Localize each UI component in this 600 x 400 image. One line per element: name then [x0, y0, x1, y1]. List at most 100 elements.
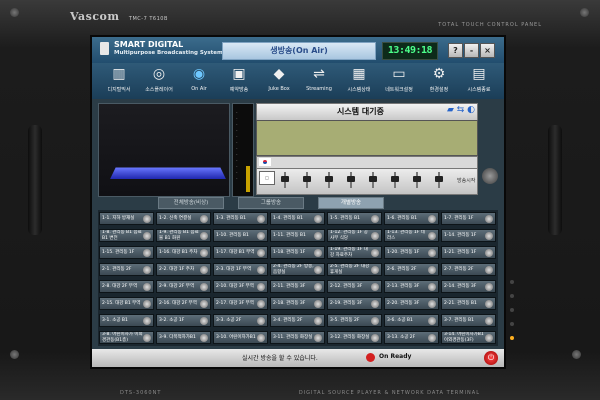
zone-button[interactable]: 1-1. 지하 방재실	[99, 212, 154, 225]
zone-button[interactable]: 2-3. 대강 1F 무역	[213, 263, 268, 276]
zone-button[interactable]: 2-9. 대강 2F 무역	[156, 280, 211, 293]
toolbar-mixer-button[interactable]: ▥ 디지털믹서	[100, 65, 138, 97]
zone-button[interactable]: 1-18. 관리동 1F	[270, 246, 325, 259]
zone-button[interactable]: 1-2. 신축 연결실	[156, 212, 211, 225]
zone-button[interactable]: 2-6. 관리동 2F	[384, 263, 439, 276]
toolbar-exit-button[interactable]: ▤ 시스템종료	[460, 65, 498, 97]
zone-button[interactable]: 2-15. 대강 B1 무역	[99, 297, 154, 310]
zone-button[interactable]: 2-19. 관리동 3F	[327, 297, 382, 310]
zone-button[interactable]: 2-2. 대강 1F 주차	[156, 263, 211, 276]
zone-select-icon	[485, 317, 493, 325]
zone-button[interactable]: 2-16. 대강 2F 무역	[156, 297, 211, 310]
zone-button[interactable]: 2-13. 관리동 3F	[384, 280, 439, 293]
zone-button[interactable]: 2-17. 대강 3F 무역	[213, 297, 268, 310]
zone-button[interactable]: 2-10. 대강 3F 무역	[213, 280, 268, 293]
zone-button[interactable]: 2-11. 관리동 3F	[270, 280, 325, 293]
toolbar-streaming-button[interactable]: ⇌ Streaming	[300, 65, 338, 97]
zone-button[interactable]: 1-6. 관리동 B1	[384, 212, 439, 225]
fader-knob[interactable]	[369, 172, 377, 188]
zone-button[interactable]: 3-3. 소공 2F	[213, 314, 268, 327]
zone-button[interactable]: 1-9. 관리동 B1 음료물 B1 화원	[156, 229, 211, 242]
zone-label: 3-13. 소공 2F	[387, 335, 416, 340]
zone-button[interactable]: 3-12. 관리동 화장실	[327, 331, 382, 344]
left-handle	[28, 125, 42, 235]
status-lcd-display	[256, 120, 478, 156]
toolbar-on-air-button[interactable]: ◉ On Air	[180, 65, 218, 97]
help-button[interactable]: ?	[448, 43, 463, 58]
zone-button[interactable]: 3-2. 소공 1F	[156, 314, 211, 327]
zone-select-icon	[200, 215, 208, 223]
zone-button[interactable]: 1-8. 관리동 B1 음료 B1 변전	[99, 229, 154, 242]
zone-button[interactable]: 2-12. 관리동 3F	[327, 280, 382, 293]
zone-button[interactable]: 3-5. 관리동 2F	[327, 314, 382, 327]
zone-button[interactable]: 3-8. 어린이자가 이외경관동(B1층)	[99, 331, 154, 344]
tab-group[interactable]: 그룹방송	[238, 197, 304, 209]
monitor-icon: ▦	[352, 66, 366, 82]
zone-button[interactable]: 2-21. 관리동 B1	[441, 297, 496, 310]
zone-button[interactable]: 1-19. 관리동 1F 대강 자료주차	[327, 246, 382, 259]
zone-button[interactable]: 2-4. 관리동 2F 방송, 음향실	[270, 263, 325, 276]
fader-knob[interactable]	[281, 172, 289, 188]
zone-button[interactable]: 1-15. 관리동 1F	[99, 246, 154, 259]
zone-button[interactable]: 1-10. 관리동 B1	[213, 229, 268, 242]
zone-button[interactable]: 3-9. 다목적자가B1	[156, 331, 211, 344]
led	[510, 322, 514, 326]
zone-button[interactable]: 1-12. 관리동 1F 공사무 식당	[327, 229, 382, 242]
zone-button[interactable]: 1-5. 관리동 B1	[327, 212, 382, 225]
zone-label: 3-9. 다목적자가B1	[159, 335, 196, 340]
screw	[580, 8, 589, 17]
fader-knob[interactable]	[325, 172, 333, 188]
zone-select-icon	[485, 300, 493, 308]
fader-knob[interactable]	[413, 172, 421, 188]
minimize-button[interactable]: -	[464, 43, 479, 58]
fader-knob[interactable]	[347, 172, 355, 188]
korea-flag-icon	[259, 158, 271, 166]
zone-button[interactable]: 1-7. 관리동 1F	[441, 212, 496, 225]
zone-button[interactable]: 1-11. 관리동 B1	[270, 229, 325, 242]
zone-button[interactable]: 2-5. 관리동 2F 대강 휴게실	[327, 263, 382, 276]
zone-button[interactable]: 1-3. 관리동 B1	[213, 212, 268, 225]
zone-select-icon	[485, 334, 493, 342]
fader-knob[interactable]	[435, 172, 443, 188]
zone-button[interactable]: 3-6. 소공 B1	[384, 314, 439, 327]
tab-emergency[interactable]: 전체방송(비상)	[158, 197, 224, 209]
toolbar-source-player-button[interactable]: ◎ 소스플레이어	[140, 65, 178, 97]
toolbar-network-button[interactable]: ▭ 네트워크설정	[380, 65, 418, 97]
zone-button[interactable]: 3-11. 관리동 화장실	[270, 331, 325, 344]
zone-button[interactable]: 2-1. 관리동 2F	[99, 263, 154, 276]
zone-button[interactable]: 1-4. 관리동 B1	[270, 212, 325, 225]
zone-select-icon	[200, 266, 208, 274]
fader-knob[interactable]	[391, 172, 399, 188]
zone-label: 3-6. 소공 B1	[387, 318, 413, 323]
zone-button[interactable]: 3-4. 관리동 2F	[270, 314, 325, 327]
zone-button[interactable]: 2-7. 관리동 2F	[441, 263, 496, 276]
fader-knob[interactable]	[303, 172, 311, 188]
zone-button[interactable]: 1-21. 관리동 1F	[441, 246, 496, 259]
zone-button[interactable]: 3-13. 소공 2F	[384, 331, 439, 344]
zone-button[interactable]: 2-20. 관리동 3F	[384, 297, 439, 310]
zone-button[interactable]: 2-14. 관리동 3F	[441, 280, 496, 293]
zone-button[interactable]: 1-16. 대강 B1 주차	[156, 246, 211, 259]
zone-button[interactable]: 1-17. 대강 B1 무역	[213, 246, 268, 259]
zone-button[interactable]: 2-8. 대강 2F 무역	[99, 280, 154, 293]
zone-button[interactable]: 2-18. 관리동 3F	[270, 297, 325, 310]
zone-button[interactable]: 1-14. 관리동 1F	[441, 229, 496, 242]
toolbar-settings-button[interactable]: ⚙ 환경설정	[420, 65, 458, 97]
toolbar-system-status-button[interactable]: ▦ 시스템상태	[340, 65, 378, 97]
broadcast-start-button[interactable]	[482, 168, 498, 184]
zone-label: 1-5. 관리동 B1	[330, 216, 361, 221]
zone-button[interactable]: 1-13. 관리동 1F 테라스	[384, 229, 439, 242]
zone-button[interactable]: 1-20. 관리동 1F	[384, 246, 439, 259]
tab-individual[interactable]: 개별방송	[318, 197, 384, 209]
zone-button[interactable]: 3-10. 어린이자가B1	[213, 331, 268, 344]
zone-label: 3-12. 관리동 화장실	[330, 335, 370, 340]
zone-label: 3-4. 관리동 2F	[273, 318, 303, 323]
zone-button[interactable]: 3-7. 관리동 B1	[441, 314, 496, 327]
zone-button[interactable]: 3-14. 어린이자가B1 이외경관동(3F)	[441, 331, 496, 344]
toolbar-schedule-button[interactable]: ▣ 예약방송	[220, 65, 258, 97]
volume-select-box[interactable]: □	[259, 171, 275, 185]
close-button[interactable]: ×	[480, 43, 495, 58]
toolbar-jukebox-button[interactable]: ◆ Juke Box	[260, 65, 298, 97]
power-button[interactable]: ⏻	[484, 351, 498, 365]
zone-button[interactable]: 3-1. 소공 B1	[99, 314, 154, 327]
